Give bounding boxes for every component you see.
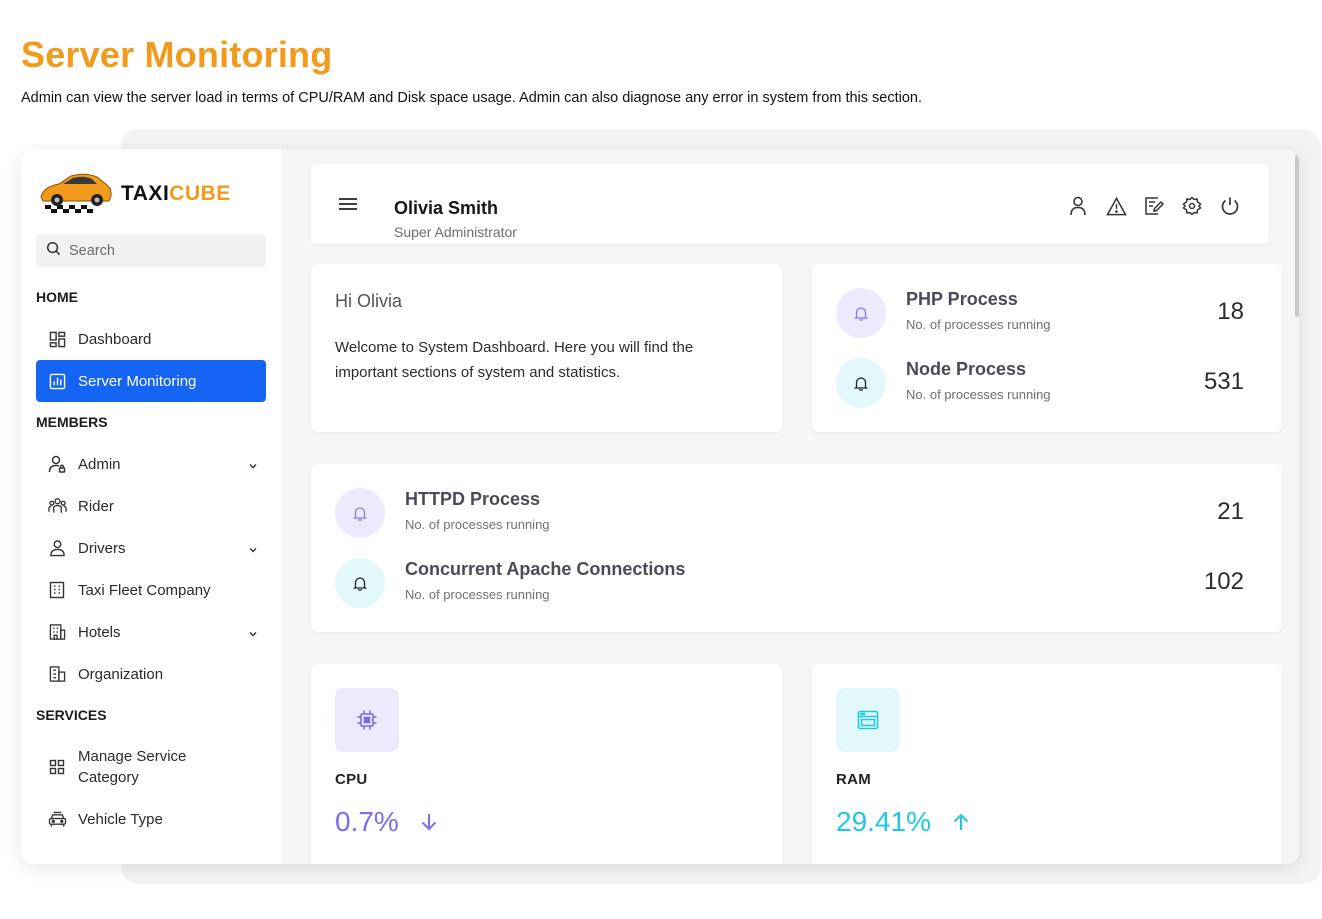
sidebar-item-label: Dashboard	[78, 330, 152, 348]
process-title: Node Process	[906, 359, 1027, 379]
arrow-up-icon	[953, 813, 969, 831]
process-title: Concurrent Apache Connections	[405, 559, 686, 579]
sidebar-item-label: Hotels	[78, 623, 121, 641]
building-icon	[47, 580, 67, 600]
bell-icon	[335, 488, 385, 538]
sidebar-item-label: Manage Service Category	[78, 748, 187, 786]
page-title: Server Monitoring	[21, 34, 333, 75]
taxi-car-logo-icon	[37, 169, 113, 218]
process-row-apache: Concurrent Apache Connections No. of pro…	[335, 558, 1258, 608]
process-row-httpd: HTTPD Process No. of processes running 2…	[335, 488, 1258, 538]
bell-icon	[836, 288, 886, 338]
chevron-down-icon	[248, 625, 258, 642]
sidebar-item-label: Vehicle Type	[78, 810, 163, 828]
search-placeholder: Search	[69, 242, 115, 259]
user-name: Olivia Smith	[394, 198, 499, 218]
section-services: SERVICES	[36, 707, 107, 723]
sidebar-item-label: Server Monitoring	[78, 372, 197, 390]
process-row-node: Node Process No. of processes running 53…	[836, 358, 1258, 408]
sidebar-item-label: Organization	[78, 665, 164, 683]
chart-icon	[47, 371, 67, 391]
sidebar-item-rider[interactable]: Rider	[36, 485, 266, 527]
process-count: 18	[1217, 298, 1244, 325]
top-header: Olivia Smith Super Administrator	[311, 164, 1269, 244]
brand-logo[interactable]: TAXICUBE	[37, 169, 231, 218]
sidebar-item-hotels[interactable]: Hotels	[36, 611, 266, 653]
sidebar-item-dashboard[interactable]: Dashboard	[36, 318, 266, 360]
ram-icon	[836, 688, 900, 752]
process-title: PHP Process	[906, 289, 1018, 309]
cpu-value: 0.7%	[335, 806, 437, 838]
cpu-card: CPU 0.7%	[311, 664, 782, 864]
sidebar-item-taxi-fleet-company[interactable]: Taxi Fleet Company	[36, 569, 266, 611]
hotel-icon	[47, 622, 67, 642]
metric-label: CPU	[335, 771, 368, 788]
sidebar-item-manage-service-category[interactable]: Manage Service Category	[36, 740, 266, 794]
settings-icon[interactable]	[1181, 195, 1203, 217]
sidebar: TAXICUBE Search HOME Dashboard Server Mo…	[21, 149, 281, 864]
sidebar-item-label: Drivers	[78, 539, 126, 557]
process-row-php: PHP Process No. of processes running 18	[836, 288, 1258, 338]
section-home: HOME	[36, 289, 78, 305]
admin-user-icon	[47, 454, 67, 474]
bell-icon	[335, 558, 385, 608]
process-count: 531	[1203, 368, 1244, 395]
process-subtitle: No. of processes running	[906, 317, 1051, 332]
chevron-down-icon	[248, 457, 258, 474]
menu-icon[interactable]	[339, 197, 357, 216]
car-icon	[47, 809, 67, 829]
welcome-text: Welcome to System Dashboard. Here you wi…	[335, 339, 694, 381]
cpu-icon	[335, 688, 399, 752]
process-card: PHP Process No. of processes running 18 …	[812, 264, 1282, 432]
scrollbar[interactable]	[1295, 155, 1299, 317]
process-card-wide: HTTPD Process No. of processes running 2…	[311, 464, 1282, 632]
sidebar-item-drivers[interactable]: Drivers	[36, 527, 266, 569]
section-members: MEMBERS	[36, 414, 108, 430]
profile-icon[interactable]	[1067, 195, 1089, 217]
alert-icon[interactable]	[1105, 195, 1127, 217]
edit-icon[interactable]	[1143, 195, 1165, 217]
brand-name: TAXICUBE	[121, 181, 231, 205]
ram-value: 29.41%	[836, 806, 969, 838]
process-subtitle: No. of processes running	[906, 387, 1051, 402]
header-actions	[1067, 195, 1241, 217]
app-window: TAXICUBE Search HOME Dashboard Server Mo…	[21, 149, 1299, 864]
process-subtitle: No. of processes running	[405, 587, 550, 602]
search-input[interactable]: Search	[36, 234, 266, 267]
chevron-down-icon	[248, 541, 258, 558]
user-role: Super Administrator	[394, 224, 517, 240]
main-content: Olivia Smith Super Administrator Hi Oliv…	[281, 149, 1299, 864]
sidebar-item-label: Taxi Fleet Company	[78, 581, 211, 599]
metric-value: 29.41%	[836, 806, 931, 837]
search-icon	[46, 241, 61, 261]
sidebar-item-label: Rider	[78, 497, 114, 515]
sidebar-item-server-monitoring[interactable]: Server Monitoring	[36, 360, 266, 402]
ram-card: RAM 29.41%	[812, 664, 1282, 864]
process-count: 21	[1217, 498, 1244, 525]
organization-icon	[47, 664, 67, 684]
sidebar-item-vehicle-type[interactable]: Vehicle Type	[36, 798, 266, 840]
group-icon	[47, 496, 67, 516]
process-count: 102	[1203, 568, 1244, 595]
sidebar-item-admin[interactable]: Admin	[36, 443, 266, 485]
power-icon[interactable]	[1219, 195, 1241, 217]
arrow-down-icon	[421, 813, 437, 831]
sidebar-item-label: Admin	[78, 455, 121, 473]
dashboard-icon	[47, 329, 67, 349]
metric-value: 0.7%	[335, 806, 399, 837]
sidebar-item-organization[interactable]: Organization	[36, 653, 266, 695]
greeting: Hi Olivia	[335, 291, 403, 311]
driver-icon	[47, 538, 67, 558]
page-description: Admin can view the server load in terms …	[21, 90, 923, 106]
bell-icon	[836, 358, 886, 408]
metric-label: RAM	[836, 771, 872, 788]
grid-icon	[47, 757, 67, 777]
process-subtitle: No. of processes running	[405, 517, 550, 532]
process-title: HTTPD Process	[405, 489, 541, 509]
welcome-card: Hi Olivia Welcome to System Dashboard. H…	[311, 264, 782, 432]
